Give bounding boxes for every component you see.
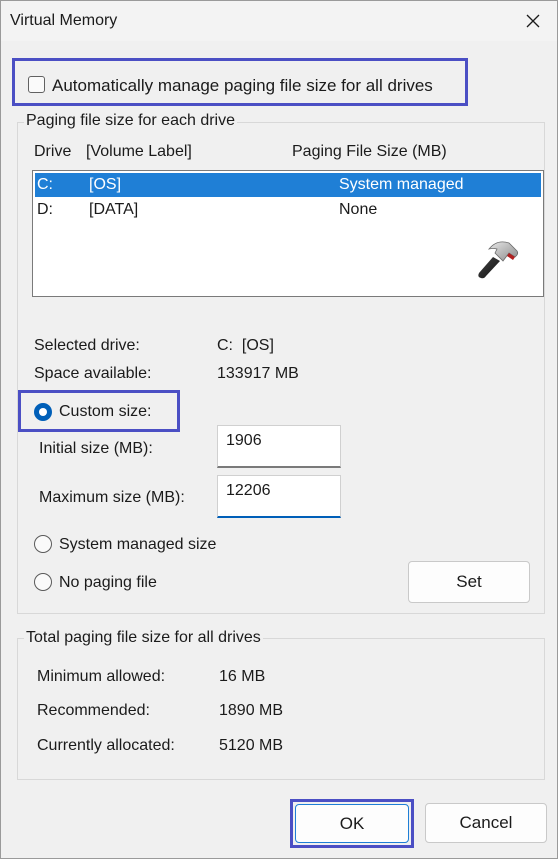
- currently-allocated-label: Currently allocated:: [37, 737, 175, 754]
- no-paging-radio[interactable]: [34, 573, 52, 591]
- title-bar: Virtual Memory: [1, 1, 557, 41]
- paging-group-title: Paging file size for each drive: [24, 112, 237, 130]
- auto-manage-checkbox[interactable]: [28, 76, 45, 93]
- close-button[interactable]: [515, 5, 551, 37]
- column-header-volume-label: [Volume Label]: [86, 143, 192, 160]
- selected-drive-value: C: [OS]: [217, 337, 274, 354]
- column-header-drive: Drive: [34, 143, 72, 160]
- recommended-value: 1890 MB: [219, 702, 284, 719]
- column-header-paging-size: Paging File Size (MB): [292, 143, 447, 160]
- custom-size-radio[interactable]: [34, 403, 52, 421]
- space-available-label: Space available:: [34, 365, 152, 382]
- custom-size-label[interactable]: Custom size:: [59, 403, 151, 421]
- initial-size-input[interactable]: 1906: [217, 425, 341, 468]
- drive-letter: D:: [37, 201, 53, 218]
- recommended-label: Recommended:: [37, 702, 150, 719]
- drive-row-d[interactable]: D: [DATA] None: [35, 198, 541, 222]
- currently-allocated-value: 5120 MB: [219, 737, 284, 754]
- cancel-button[interactable]: Cancel: [425, 803, 547, 843]
- virtual-memory-dialog: Virtual Memory Automatically manage pagi…: [0, 0, 558, 859]
- drive-volume-label: [DATA]: [89, 201, 139, 218]
- ok-button[interactable]: OK: [295, 804, 409, 843]
- drive-list[interactable]: C: [OS] System managed D: [DATA] None: [32, 170, 544, 297]
- space-available-value: 133917 MB: [217, 365, 299, 382]
- min-allowed-value: 16 MB: [219, 668, 266, 685]
- close-icon: [526, 14, 540, 28]
- min-allowed-label: Minimum allowed:: [37, 668, 166, 685]
- selected-drive-label: Selected drive:: [34, 337, 140, 354]
- drive-row-c[interactable]: C: [OS] System managed: [35, 173, 541, 197]
- drive-volume-label: [OS]: [89, 176, 122, 193]
- system-managed-radio[interactable]: [34, 535, 52, 553]
- hammer-icon: [478, 241, 519, 279]
- set-button[interactable]: Set: [408, 561, 530, 603]
- drive-paging-size: System managed: [339, 176, 464, 193]
- drive-paging-size: None: [339, 201, 378, 218]
- total-group-title: Total paging file size for all drives: [24, 629, 263, 647]
- max-size-label: Maximum size (MB):: [39, 489, 185, 506]
- window-title: Virtual Memory: [10, 12, 118, 29]
- no-paging-label[interactable]: No paging file: [59, 574, 157, 592]
- system-managed-label[interactable]: System managed size: [59, 536, 216, 554]
- initial-size-label: Initial size (MB):: [39, 440, 153, 457]
- auto-manage-label[interactable]: Automatically manage paging file size fo…: [52, 76, 433, 96]
- drive-letter: C:: [37, 176, 53, 193]
- max-size-input[interactable]: 12206: [217, 475, 341, 518]
